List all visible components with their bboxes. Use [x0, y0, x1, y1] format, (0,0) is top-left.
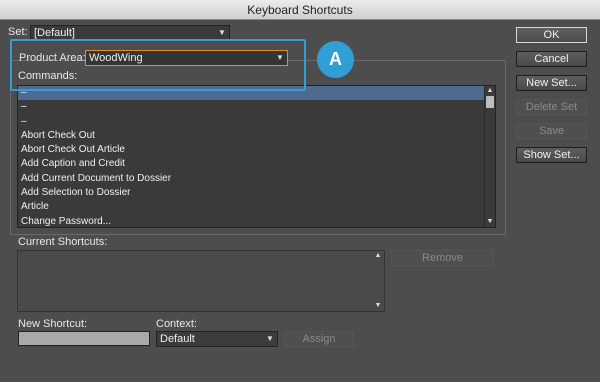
- delete-set-button[interactable]: Delete Set: [516, 99, 587, 115]
- shortcuts-scrollbar[interactable]: ▲ ▼: [373, 251, 384, 311]
- list-item[interactable]: Article: [18, 200, 495, 214]
- scroll-up-icon[interactable]: ▲: [373, 251, 383, 261]
- new-shortcut-input[interactable]: [18, 331, 150, 346]
- context-value: Default: [160, 333, 195, 345]
- callout-badge: A: [319, 43, 352, 76]
- show-set-button[interactable]: Show Set...: [516, 147, 587, 163]
- new-shortcut-label: New Shortcut:: [18, 318, 88, 330]
- chevron-down-icon: ▼: [218, 28, 226, 37]
- context-select[interactable]: Default ▼: [156, 331, 278, 347]
- cancel-button[interactable]: Cancel: [516, 51, 587, 67]
- list-item[interactable]: Add Current Document to Dossier: [18, 172, 495, 186]
- list-item[interactable]: Change Password...: [18, 215, 495, 227]
- commands-scrollbar[interactable]: ▲ ▼: [484, 86, 495, 227]
- list-item[interactable]: –: [18, 100, 495, 114]
- new-set-button[interactable]: New Set...: [516, 75, 587, 91]
- callout-highlight-box: [10, 39, 306, 91]
- commands-list[interactable]: – – – Abort Check Out Abort Check Out Ar…: [17, 85, 496, 228]
- scroll-down-icon[interactable]: ▼: [373, 301, 383, 311]
- current-shortcuts-label: Current Shortcuts:: [18, 236, 108, 248]
- remove-button[interactable]: Remove: [391, 250, 494, 266]
- list-item[interactable]: Abort Check Out: [18, 129, 495, 143]
- list-item[interactable]: Abort Check Out Article: [18, 143, 495, 157]
- window-title: Keyboard Shortcuts: [0, 0, 600, 20]
- ok-button[interactable]: OK: [516, 27, 587, 43]
- list-item[interactable]: Add Selection to Dossier: [18, 186, 495, 200]
- current-shortcuts-list[interactable]: ▲ ▼: [17, 250, 385, 312]
- save-button[interactable]: Save: [516, 123, 587, 139]
- assign-button[interactable]: Assign: [284, 331, 354, 347]
- scroll-up-icon[interactable]: ▲: [485, 86, 495, 96]
- list-item[interactable]: –: [18, 115, 495, 129]
- set-value: [Default]: [34, 27, 75, 39]
- chevron-down-icon: ▼: [266, 334, 274, 343]
- set-label: Set:: [8, 26, 28, 38]
- scroll-thumb[interactable]: [486, 96, 494, 108]
- list-item[interactable]: Add Caption and Credit: [18, 157, 495, 171]
- context-label: Context:: [156, 318, 197, 330]
- scroll-down-icon[interactable]: ▼: [485, 217, 495, 227]
